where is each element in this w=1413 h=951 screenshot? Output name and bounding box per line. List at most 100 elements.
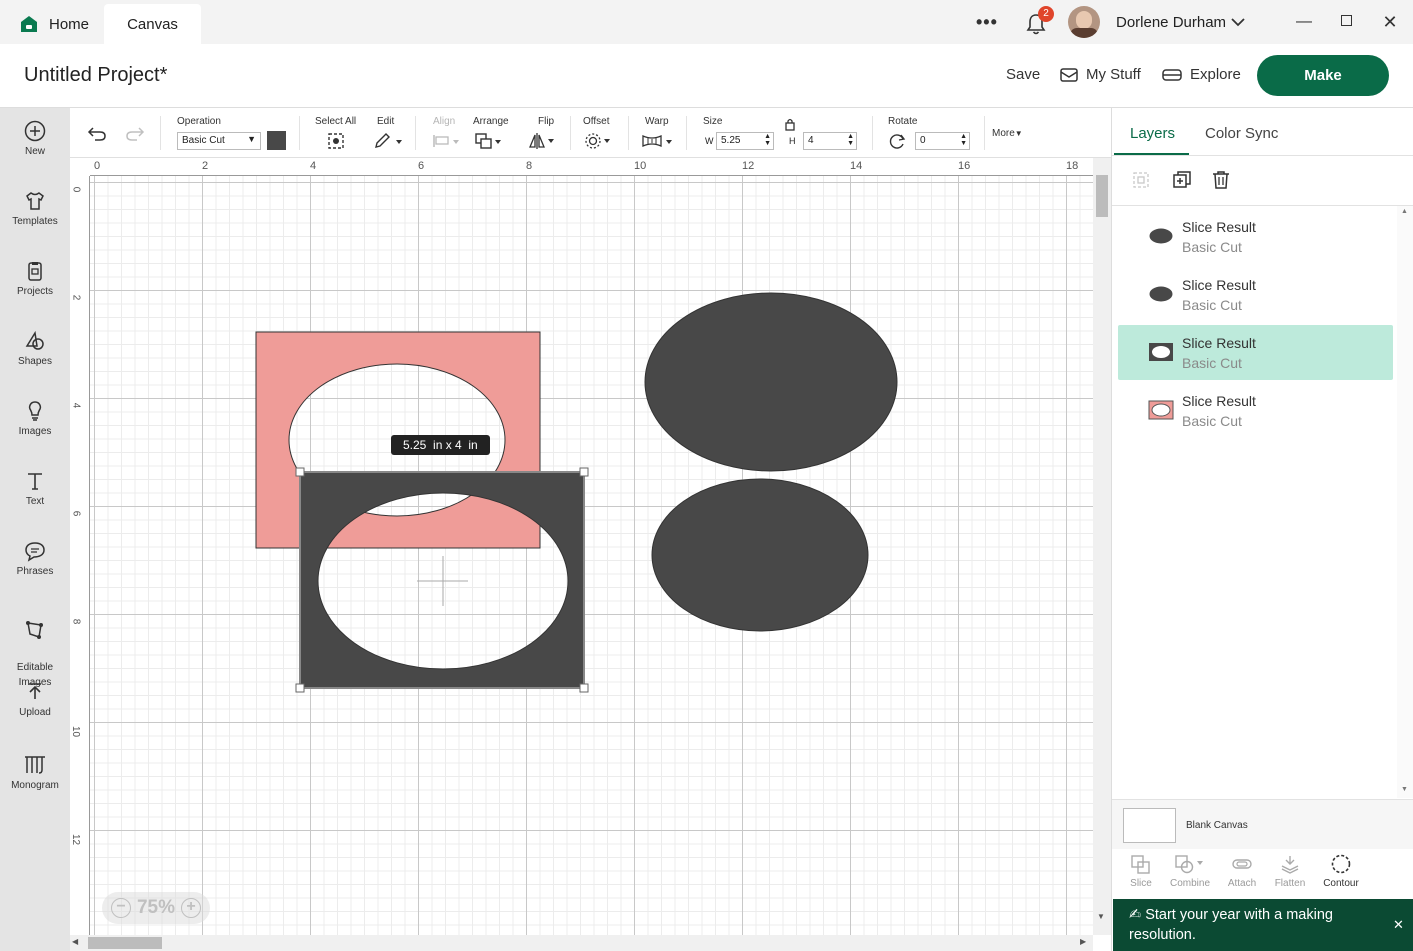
- dark-oval-shape[interactable]: [644, 292, 898, 472]
- zoom-in-icon[interactable]: +: [181, 898, 202, 918]
- attach-button[interactable]: Attach: [1218, 854, 1266, 889]
- width-input[interactable]: 5.25 ▲ ▼: [716, 132, 774, 150]
- arrange-icon[interactable]: [475, 133, 503, 149]
- height-input[interactable]: 4 ▲ ▼: [803, 132, 857, 150]
- trash-icon[interactable]: [1211, 170, 1231, 190]
- user-name[interactable]: Dorlene Durham: [1116, 14, 1226, 31]
- layer-frame-thumbnail: [1148, 400, 1174, 420]
- sidebar-item-upload[interactable]: Upload: [0, 681, 70, 718]
- left-sidebar: New Templates Projects Shapes Images Tex…: [0, 108, 70, 951]
- tab-layers[interactable]: Layers: [1130, 125, 1175, 142]
- tab-home[interactable]: Home: [10, 4, 110, 44]
- scroll-thumb[interactable]: [1096, 175, 1108, 217]
- sidebar-item-phrases[interactable]: Phrases: [0, 540, 70, 577]
- sidebar-item-shapes[interactable]: Shapes: [0, 330, 70, 367]
- scroll-left-arrow-icon[interactable]: ◀: [72, 937, 78, 946]
- tab-color-sync[interactable]: Color Sync: [1205, 125, 1278, 142]
- dark-oval-shape[interactable]: [651, 478, 869, 632]
- scroll-right-arrow-icon[interactable]: ▶: [1080, 937, 1086, 946]
- contour-icon: [1331, 854, 1351, 874]
- flatten-icon: [1281, 856, 1299, 874]
- make-button[interactable]: Make: [1257, 55, 1389, 96]
- sidebar-item-new[interactable]: New: [0, 120, 70, 157]
- rotate-label: Rotate: [888, 116, 918, 127]
- notifications-button[interactable]: 2: [1025, 6, 1054, 36]
- edit-label: Edit: [377, 116, 395, 127]
- offset-icon[interactable]: [584, 132, 612, 150]
- rotate-icon[interactable]: [888, 133, 906, 149]
- scroll-down-arrow-icon[interactable]: ▼: [1401, 786, 1408, 793]
- ruler-label: 12: [70, 833, 82, 846]
- cricut-home-icon: [21, 16, 37, 32]
- avatar[interactable]: [1068, 6, 1100, 38]
- flatten-button[interactable]: Flatten: [1266, 854, 1314, 889]
- edit-pencil-icon[interactable]: [373, 132, 403, 150]
- layers-scrollbar[interactable]: ▲ ▼: [1397, 206, 1413, 798]
- tab-canvas[interactable]: Canvas: [104, 4, 201, 44]
- layer-title: Slice Result: [1182, 277, 1256, 293]
- redo-icon[interactable]: [125, 126, 145, 142]
- promo-banner[interactable]: ✍ Start your year with a making resoluti…: [1113, 899, 1413, 951]
- undo-icon[interactable]: [87, 126, 107, 142]
- tab-home-label: Home: [49, 15, 90, 33]
- scroll-down-arrow-icon[interactable]: ▼: [1097, 912, 1105, 921]
- my-stuff-button[interactable]: My Stuff: [1060, 66, 1141, 83]
- save-button[interactable]: Save: [1006, 66, 1040, 83]
- scroll-thumb[interactable]: [88, 937, 162, 949]
- design-canvas[interactable]: 5.25 in x 4 in − 75% +: [90, 176, 1093, 935]
- rotate-input[interactable]: 0 ▲ ▼: [915, 132, 970, 150]
- machine-icon: [1162, 68, 1182, 81]
- warp-icon[interactable]: [642, 133, 674, 149]
- scroll-up-arrow-icon[interactable]: ▲: [1401, 208, 1408, 215]
- align-icon[interactable]: [432, 134, 460, 148]
- more-button[interactable]: More▼: [992, 128, 1023, 139]
- sidebar-item-monogram[interactable]: Monogram: [0, 754, 70, 791]
- sidebar-item-text[interactable]: Text: [0, 470, 70, 507]
- explore-button[interactable]: Explore: [1162, 66, 1241, 83]
- close-icon[interactable]: ✕: [1380, 12, 1400, 32]
- ruler-label: 12: [742, 160, 755, 172]
- width-label: W: [705, 136, 714, 146]
- duplicate-icon[interactable]: [1172, 170, 1192, 190]
- select-all-label: Select All: [315, 116, 357, 127]
- select-all-icon[interactable]: [327, 132, 345, 150]
- plus-circle-icon: [24, 120, 46, 142]
- sidebar-item-label: Text: [25, 496, 45, 507]
- ruler-corner: [70, 158, 90, 176]
- sidebar-item-projects[interactable]: Projects: [0, 260, 70, 297]
- slice-button[interactable]: Slice: [1117, 854, 1165, 889]
- lock-icon[interactable]: [784, 117, 796, 131]
- zoom-control[interactable]: − 75% +: [102, 892, 210, 924]
- flip-icon[interactable]: [528, 132, 556, 150]
- color-swatch[interactable]: [267, 131, 286, 150]
- vertical-scrollbar[interactable]: ▼: [1093, 158, 1111, 935]
- promo-text: Start your year with a making resolution…: [1129, 907, 1333, 943]
- layer-item[interactable]: Slice Result Basic Cut: [1118, 209, 1393, 264]
- blank-canvas-row[interactable]: Blank Canvas: [1112, 799, 1413, 849]
- flatten-label: Flatten: [1274, 878, 1306, 889]
- group-icon[interactable]: [1132, 171, 1150, 189]
- more-options-icon[interactable]: •••: [976, 12, 998, 33]
- sidebar-item-templates[interactable]: Templates: [0, 190, 70, 227]
- close-banner-icon[interactable]: ✕: [1393, 915, 1404, 935]
- maximize-icon[interactable]: [1341, 15, 1352, 26]
- sidebar-item-editable-images[interactable]: Editable Images: [0, 604, 70, 690]
- blank-canvas-swatch[interactable]: [1123, 808, 1176, 843]
- operation-dropdown[interactable]: Basic Cut ▼: [177, 132, 261, 150]
- horizontal-scrollbar[interactable]: ◀ ▶: [70, 935, 1093, 951]
- combine-button[interactable]: Combine: [1166, 854, 1214, 889]
- sidebar-item-images[interactable]: Images: [0, 400, 70, 437]
- contour-button[interactable]: Contour: [1317, 854, 1365, 889]
- text-t-icon: [28, 473, 42, 490]
- layer-item-selected[interactable]: Slice Result Basic Cut: [1118, 325, 1393, 380]
- layer-item[interactable]: Slice Result Basic Cut: [1118, 383, 1393, 438]
- page-title[interactable]: Untitled Project*: [24, 64, 167, 87]
- dark-frame-shape[interactable]: [299, 471, 585, 689]
- minimize-icon[interactable]: —: [1294, 12, 1314, 32]
- layer-item[interactable]: Slice Result Basic Cut: [1118, 267, 1393, 322]
- layer-title: Slice Result: [1182, 335, 1256, 351]
- zoom-out-icon[interactable]: −: [110, 898, 131, 918]
- clipboard-icon: [28, 262, 42, 281]
- chevron-down-icon[interactable]: [1231, 17, 1245, 27]
- rotate-value: 0: [920, 135, 926, 146]
